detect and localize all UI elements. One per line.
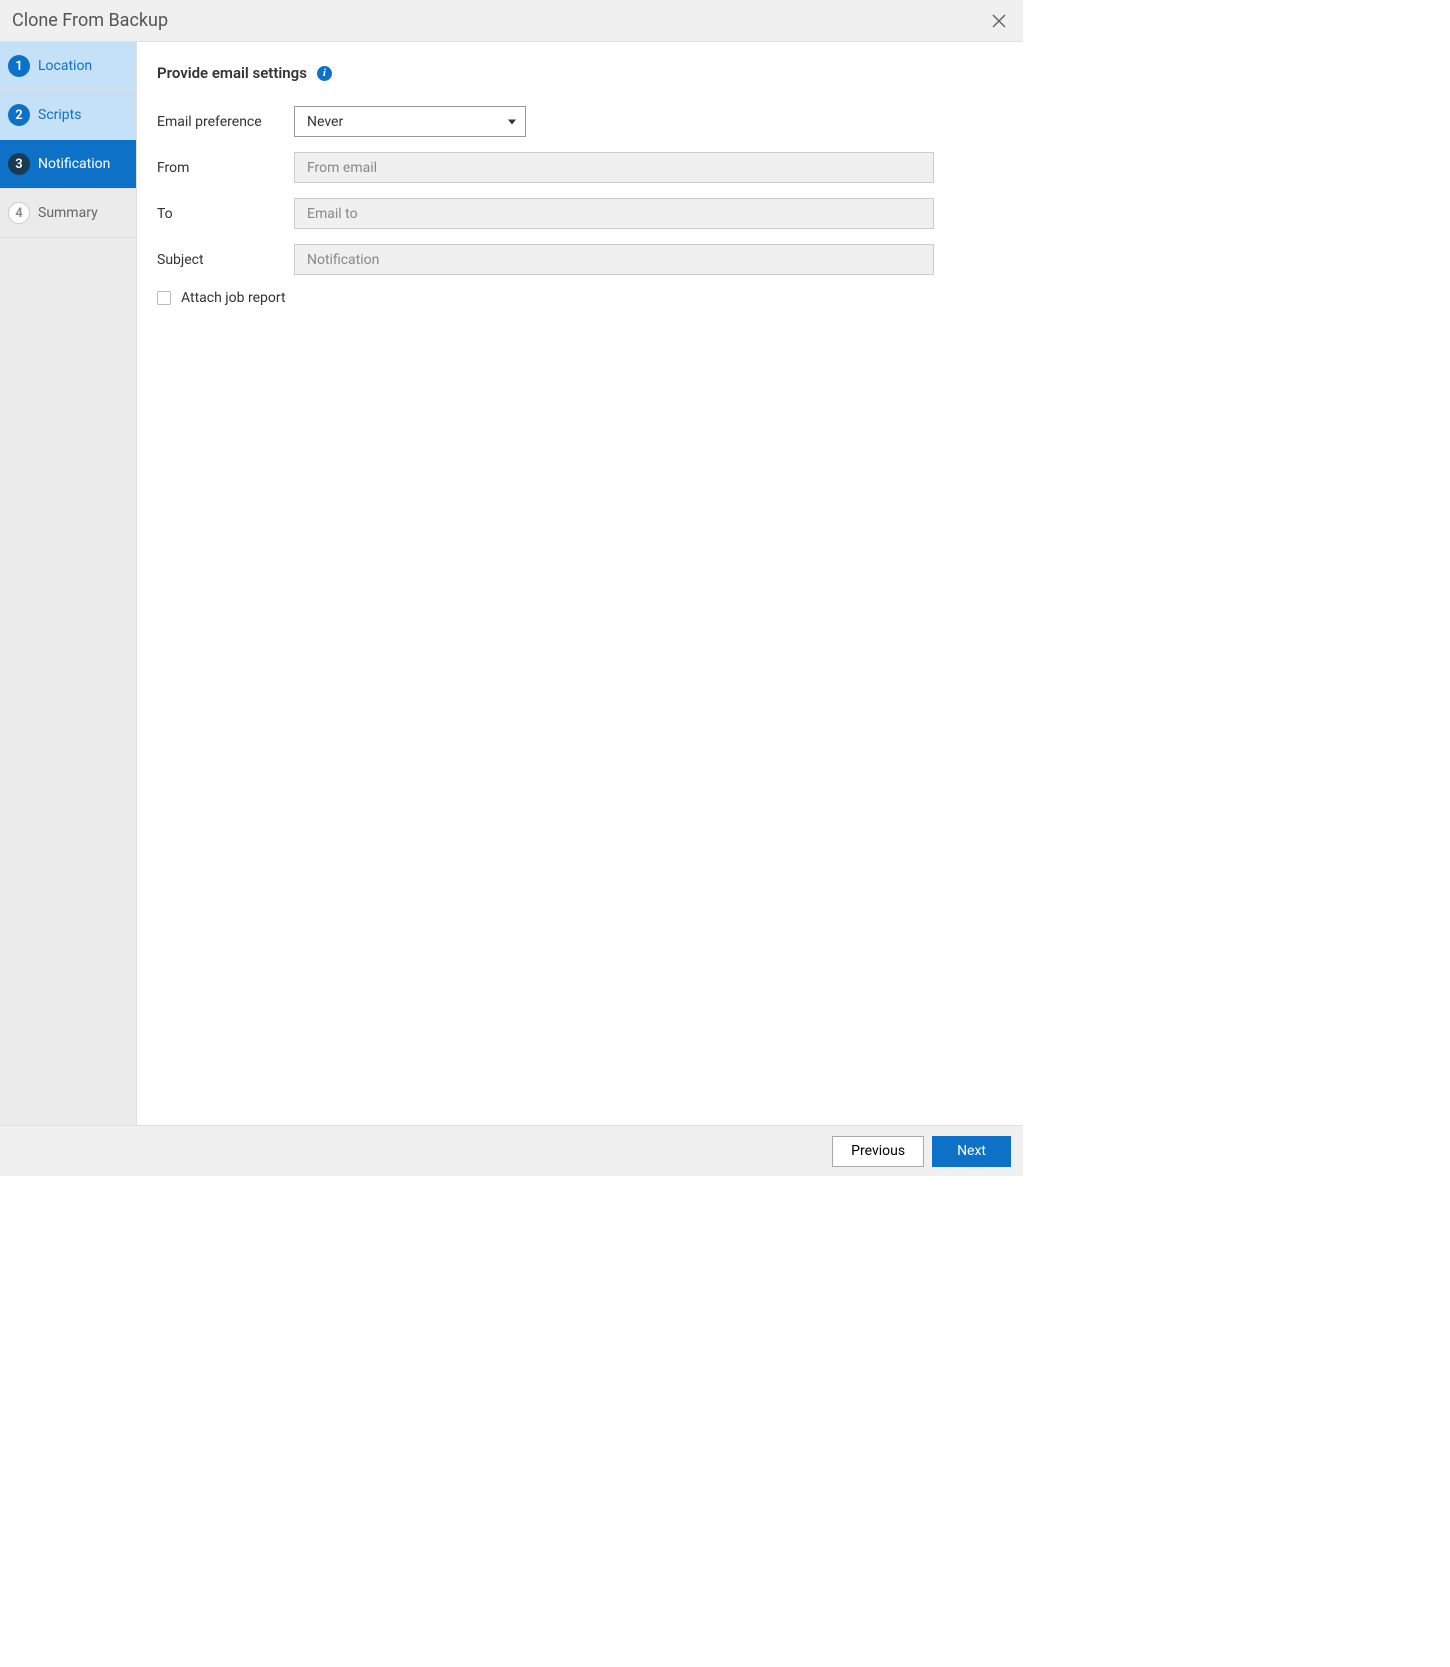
step-location[interactable]: 1 Location [0,42,136,91]
email-preference-select-wrap [294,106,526,137]
wizard-sidebar: 1 Location 2 Scripts 3 Notification 4 Su… [0,42,137,1125]
label-to: To [157,206,294,222]
step-number: 1 [8,55,30,77]
step-label: Summary [38,205,98,221]
email-preference-select[interactable] [294,106,526,137]
dialog-footer: Previous Next [0,1125,1023,1176]
info-icon[interactable]: i [317,66,332,81]
step-summary: 4 Summary [0,189,136,238]
step-number: 3 [8,153,30,175]
close-button[interactable] [987,9,1011,33]
step-label: Location [38,58,92,74]
attach-report-checkbox[interactable] [157,291,171,305]
label-attach-report: Attach job report [181,290,286,306]
row-to: To [157,198,1003,229]
main-content: Provide email settings i Email preferenc… [137,42,1023,1125]
section-title: Provide email settings [157,64,307,82]
step-number: 4 [8,202,30,224]
step-label: Notification [38,156,110,172]
section-title-row: Provide email settings i [157,64,1003,82]
row-from: From [157,152,1003,183]
dialog-header: Clone From Backup [0,0,1023,42]
step-notification[interactable]: 3 Notification [0,140,136,189]
to-email-input[interactable] [294,198,934,229]
row-attach-report: Attach job report [157,290,1003,306]
subject-input[interactable] [294,244,934,275]
row-subject: Subject [157,244,1003,275]
next-button[interactable]: Next [932,1136,1011,1167]
previous-button[interactable]: Previous [832,1136,924,1167]
label-email-preference: Email preference [157,114,294,130]
dialog: Clone From Backup 1 Location 2 Scripts 3… [0,0,1023,1176]
row-email-preference: Email preference [157,106,1003,137]
from-email-input[interactable] [294,152,934,183]
label-subject: Subject [157,252,294,268]
label-from: From [157,160,294,176]
step-label: Scripts [38,107,81,123]
dialog-title: Clone From Backup [12,10,168,31]
step-number: 2 [8,104,30,126]
dialog-body: 1 Location 2 Scripts 3 Notification 4 Su… [0,42,1023,1125]
close-icon [991,13,1007,29]
step-scripts[interactable]: 2 Scripts [0,91,136,140]
